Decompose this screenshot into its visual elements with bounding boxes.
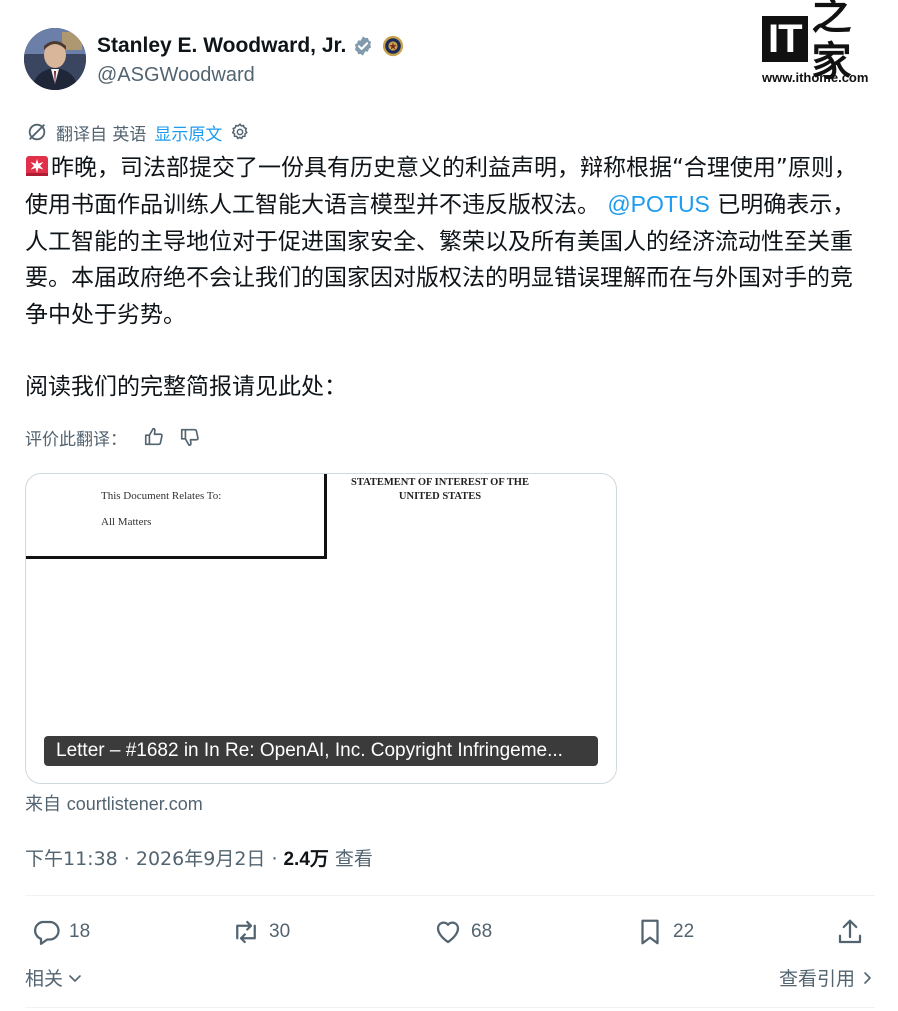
reply-count: 18: [69, 921, 91, 942]
tweet-header: Stanley E. Woodward, Jr. @ASGWoodward: [24, 26, 874, 96]
card-source[interactable]: 来自 courtlistener.com: [25, 790, 203, 816]
tweet-timestamp[interactable]: 下午11:38 · 2026年9月2日 ·: [25, 844, 277, 871]
heart-icon: [436, 921, 460, 944]
related-label: 相关: [25, 968, 64, 990]
document-statement-title: STATEMENT OF INTEREST OF THE UNITED STAT…: [326, 476, 554, 504]
action-bar: 18 30 68 22: [25, 912, 875, 952]
divider-top: [25, 895, 875, 896]
thumbs-down-icon[interactable]: [179, 426, 201, 448]
name-row: Stanley E. Woodward, Jr.: [97, 32, 404, 60]
card-source-prefix: 来自: [25, 794, 61, 815]
tweet-text: 昨晚，司法部提交了一份具有历史意义的利益声明，辩称根据“合理使用”原则，使用书面…: [25, 150, 875, 405]
bookmark-count: 22: [673, 921, 695, 942]
ithome-logo: IT 之家: [762, 0, 884, 85]
divider-bottom: [25, 1007, 875, 1008]
document-all-matters: All Matters: [101, 516, 152, 528]
tweet-paragraph-2: 阅读我们的完整简报请见此处：: [25, 374, 347, 401]
rate-translation-label: 评价此翻译：: [25, 429, 127, 450]
document-statement-line-1: STATEMENT OF INTEREST OF THE: [351, 477, 529, 488]
chevron-down-icon: [69, 974, 81, 982]
retweet-button[interactable]: 30: [231, 912, 290, 952]
show-original-link[interactable]: 显示原文: [154, 120, 222, 145]
translate-icon: [28, 123, 46, 141]
translated-from-label: 翻译自 英语: [56, 124, 147, 145]
document-box: [26, 474, 327, 559]
thumbs-up-icon[interactable]: [143, 426, 165, 448]
translation-bar: 翻译自 英语 显示原文: [26, 119, 250, 145]
document-statement-line-2: UNITED STATES: [398, 491, 482, 502]
share-button[interactable]: [835, 912, 873, 952]
card-source-domain[interactable]: courtlistener.com: [67, 794, 203, 814]
document-box-underline: [93, 556, 327, 559]
rate-translation: 评价此翻译：: [25, 424, 201, 450]
chevron-right-icon: [864, 971, 871, 984]
verified-badge-icon[interactable]: [352, 35, 374, 57]
view-count: 2.4万: [283, 848, 329, 870]
doj-seal-icon: [383, 35, 404, 57]
view-count-label: 查看: [334, 847, 373, 870]
retweet-count: 30: [269, 921, 291, 942]
tweet-paragraph-1: 昨晚，司法部提交了一份具有历史意义的利益声明，辩称根据“合理使用”原则，使用书面…: [25, 150, 875, 333]
ithome-watermark: IT 之家 www.ithome.com: [762, 0, 884, 90]
ithome-url: www.ithome.com: [762, 70, 869, 85]
document-relates-to: This Document Relates To:: [101, 490, 222, 502]
view-quotes-label: 查看引用: [778, 968, 855, 990]
card-caption[interactable]: Letter – #1682 in In Re: OpenAI, Inc. Co…: [44, 736, 598, 766]
bottom-row: 相关 查看引用: [25, 964, 875, 994]
gear-icon[interactable]: [230, 122, 250, 142]
tweet-meta: 下午11:38 · 2026年9月2日 · 2.4万 查看: [25, 844, 373, 870]
avatar[interactable]: [24, 28, 86, 90]
bookmark-button[interactable]: 22: [635, 912, 694, 952]
retweet-icon: [236, 920, 256, 944]
reply-icon: [34, 920, 60, 945]
ithome-logo-it: IT: [762, 16, 808, 62]
rotating-light-emoji-icon: [26, 156, 48, 176]
reply-button[interactable]: 18: [31, 912, 90, 952]
related-dropdown[interactable]: 相关: [25, 964, 83, 991]
bookmark-icon: [641, 919, 659, 945]
like-count: 68: [471, 921, 493, 942]
author-handle[interactable]: @ASGWoodward: [97, 64, 404, 87]
mention-link[interactable]: @POTUS: [607, 191, 710, 217]
share-icon: [838, 919, 862, 944]
like-button[interactable]: 68: [433, 912, 492, 952]
view-quotes-link[interactable]: 查看引用: [779, 964, 875, 991]
author-block: Stanley E. Woodward, Jr. @ASGWoodward: [97, 32, 404, 87]
link-card[interactable]: This Document Relates To: All Matters ST…: [25, 473, 617, 784]
author-name[interactable]: Stanley E. Woodward, Jr.: [97, 34, 346, 58]
